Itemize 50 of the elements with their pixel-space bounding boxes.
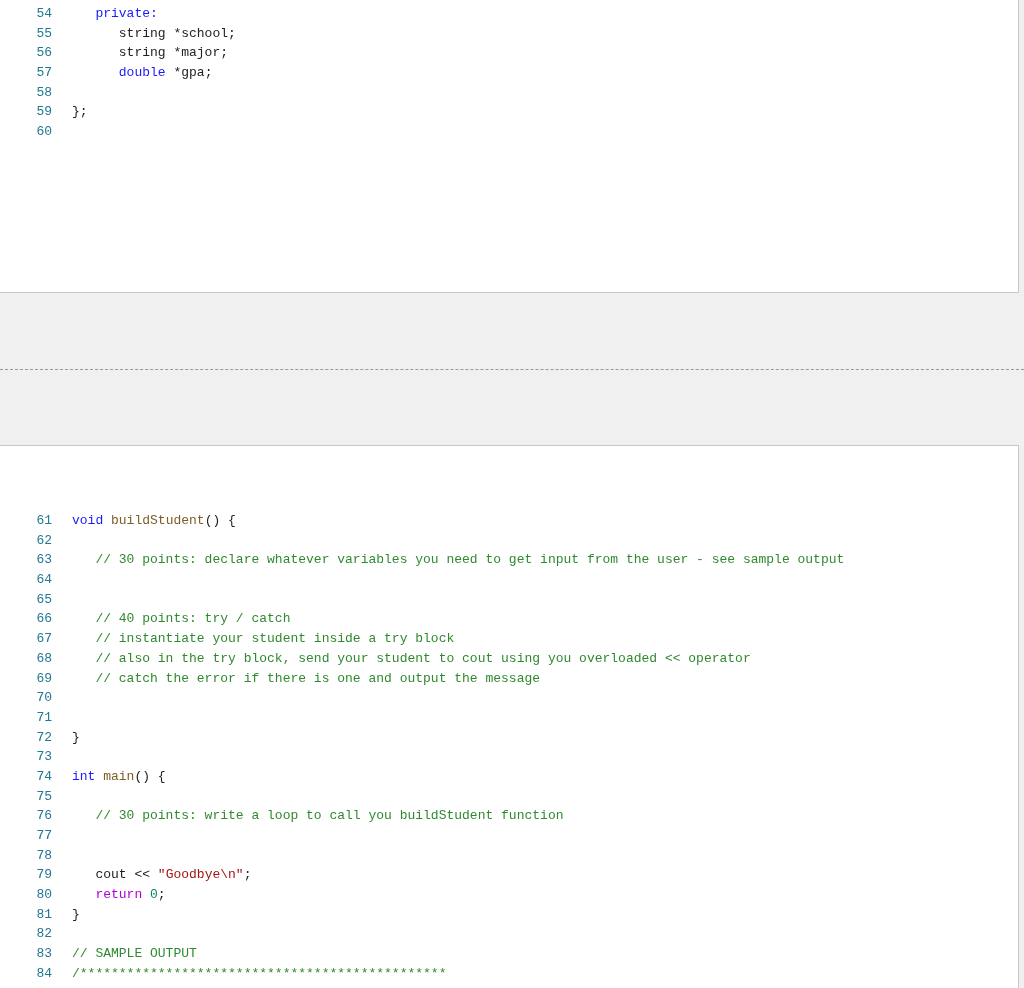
- line-number: 54: [35, 5, 52, 23]
- code-line: }: [72, 728, 80, 747]
- line-number: 83: [35, 945, 52, 964]
- line-number: 65: [35, 590, 52, 609]
- code-line: // also in the try block, send your student to cout using you overloaded << operator: [94, 649, 751, 668]
- code-line: cout << "Goodbye\n";: [94, 866, 252, 885]
- line-number: 75: [35, 787, 52, 806]
- code-line: string *school;: [117, 24, 236, 43]
- line-number: 71: [35, 708, 52, 727]
- line-number: 56: [35, 44, 52, 63]
- line-number: 84: [35, 964, 52, 983]
- line-number: 81: [35, 905, 52, 924]
- line-number: 61: [35, 512, 52, 530]
- code-line: // instantiate your student inside a try block: [94, 630, 455, 649]
- line-number: 68: [35, 649, 52, 668]
- line-number: 62: [35, 531, 52, 550]
- code-line: // catch the error if there is one and output the message: [94, 669, 541, 688]
- line-number: 79: [35, 866, 52, 885]
- code-line: private:: [94, 5, 158, 23]
- line-number: 72: [35, 728, 52, 747]
- line-number: 74: [35, 767, 52, 786]
- code-line: // 30 points: write a loop to call you buildStudent function: [94, 807, 564, 826]
- code-line: // 30 points: declare whatever variables you need to get input from the user - see sample output: [94, 551, 845, 570]
- line-number: 60: [35, 123, 52, 142]
- line-number: 76: [35, 807, 52, 826]
- line-number: 66: [35, 610, 52, 629]
- line-number: 67: [35, 630, 52, 649]
- code-line: }: [72, 905, 80, 924]
- code-line: /***********************************************: [72, 964, 447, 983]
- line-number: 63: [35, 551, 52, 570]
- line-number: 73: [35, 748, 52, 767]
- line-number: 57: [35, 64, 52, 83]
- line-number: 59: [35, 103, 52, 122]
- code-line: void buildStudent() {: [72, 512, 236, 530]
- line-number: 78: [35, 846, 52, 865]
- code-line: int main() {: [72, 767, 166, 786]
- line-number: 80: [35, 886, 52, 905]
- code-line: // 40 points: try / catch: [94, 610, 291, 629]
- code-line: };: [72, 103, 88, 122]
- line-number: 58: [35, 83, 52, 102]
- code-line: double *gpa;: [117, 64, 213, 83]
- code-line: // SAMPLE OUTPUT: [72, 945, 197, 964]
- code-line: string *major;: [117, 44, 229, 63]
- line-number: 70: [35, 689, 52, 708]
- line-number: 55: [35, 24, 52, 43]
- line-number: 69: [35, 669, 52, 688]
- line-number: 64: [35, 571, 52, 590]
- code-line: return 0;: [94, 886, 166, 905]
- line-number: 77: [35, 827, 52, 845]
- line-number: 82: [35, 925, 52, 944]
